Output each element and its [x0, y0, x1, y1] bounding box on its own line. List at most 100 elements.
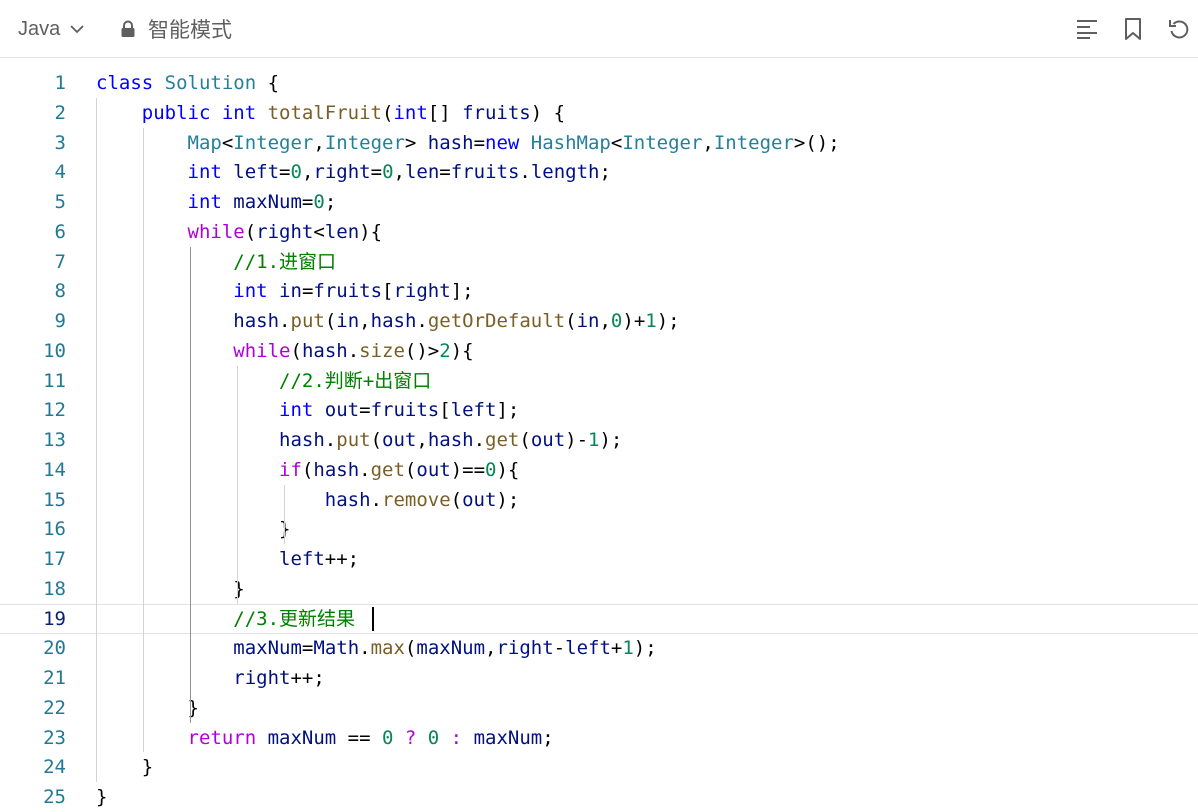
- code-line[interactable]: 25}: [0, 782, 1198, 812]
- code-token: (: [450, 488, 463, 511]
- code-token: out: [416, 458, 451, 481]
- code-line[interactable]: 6 while(right<len){: [0, 217, 1198, 247]
- line-number: 17: [43, 548, 66, 570]
- code-line[interactable]: 12 int out=fruits[left];: [0, 395, 1198, 425]
- line-number: 7: [54, 250, 66, 273]
- code-token: 0: [313, 191, 325, 213]
- code-line[interactable]: 10 while(hash.size()>2){: [0, 336, 1198, 366]
- code-token: maxNum: [233, 191, 302, 213]
- code-line[interactable]: 14 if(hash.get(out)==0){: [0, 455, 1198, 485]
- code-token: 0: [485, 458, 497, 481]
- format-button[interactable]: [1072, 14, 1102, 44]
- code-text: Map<Integer,Integer> hash=new HashMap<In…: [96, 128, 840, 158]
- lock-icon: [121, 20, 135, 37]
- code-line[interactable]: 9 hash.put(in,hash.getOrDefault(in,0)+1)…: [0, 306, 1198, 336]
- code-editor[interactable]: 1 class Solution {2 public int totalFruit…: [0, 58, 1198, 812]
- code-text: }: [96, 693, 199, 723]
- code-token: =: [301, 191, 314, 213]
- code-text: while(right<len){: [96, 217, 383, 247]
- code-line[interactable]: 7 //1.进窗口: [0, 247, 1198, 277]
- language-select[interactable]: Java: [18, 16, 86, 42]
- line-number: 8: [54, 280, 66, 303]
- chevron-down-icon: [70, 25, 84, 34]
- code-token: fruits: [450, 161, 520, 184]
- code-token: length: [530, 161, 600, 184]
- code-line[interactable]: 24 }: [0, 752, 1198, 782]
- code-line[interactable]: 1 class Solution {: [0, 68, 1198, 98]
- code-token: 2: [439, 339, 451, 362]
- code-line[interactable]: 8 int in=fruits[right];: [0, 276, 1198, 306]
- code-token: );: [599, 429, 623, 451]
- line-number: 9: [54, 310, 66, 332]
- code-line[interactable]: 4 int left=0,right=0,len=fruits.length;: [0, 157, 1198, 187]
- code-token: while: [233, 339, 291, 362]
- code-token: ){: [496, 458, 520, 481]
- code-token: .: [359, 458, 371, 481]
- code-token: >();: [793, 131, 840, 154]
- code-line[interactable]: 15 hash.remove(out);: [0, 485, 1198, 515]
- code-token: ,: [301, 161, 314, 184]
- code-token: Solution: [164, 72, 257, 94]
- code-token: maxNum: [416, 637, 486, 660]
- code-line[interactable]: 23 return maxNum == 0 ? 0 : maxNum;: [0, 723, 1198, 753]
- line-number: 11: [43, 369, 66, 392]
- indent-guide: [284, 484, 285, 544]
- code-token: getOrDefault: [427, 310, 566, 332]
- code-line[interactable]: 20 maxNum=Math.max(maxNum,right-left+1);: [0, 633, 1198, 663]
- code-text: }: [96, 574, 244, 604]
- code-token: ];: [496, 399, 520, 422]
- code-token: .: [519, 161, 531, 184]
- line-number: 12: [43, 399, 66, 422]
- code-token: size: [359, 339, 405, 362]
- code-token: <: [610, 131, 623, 154]
- code-token: //2.判断+出窗口: [279, 369, 432, 392]
- code-line[interactable]: 21 right++;: [0, 663, 1198, 693]
- code-token: 0: [382, 726, 405, 749]
- code-line[interactable]: 16 }: [0, 514, 1198, 544]
- code-token: .: [279, 310, 291, 332]
- code-line[interactable]: 17 left++;: [0, 544, 1198, 574]
- code-token: =: [439, 161, 451, 184]
- code-token: )-: [565, 429, 589, 451]
- code-token: .: [324, 429, 337, 451]
- line-number: 15: [43, 488, 66, 511]
- code-line[interactable]: 19 //3.更新结果: [0, 603, 1198, 634]
- code-token: ;: [324, 191, 337, 213]
- code-token: max: [370, 637, 405, 660]
- code-text: //2.判断+出窗口: [96, 366, 431, 396]
- code-token: totalFruit: [267, 101, 382, 124]
- code-token: [: [439, 399, 451, 422]
- code-token: ,: [485, 637, 497, 660]
- mode-indicator[interactable]: 智能模式: [120, 16, 232, 42]
- code-token: 1: [588, 429, 600, 451]
- code-text: return maxNum == 0 ? 0 : maxNum;: [96, 723, 554, 753]
- code-token: //3.更新结果: [233, 607, 356, 630]
- reset-button[interactable]: [1164, 14, 1194, 44]
- code-line[interactable]: 22 }: [0, 693, 1198, 723]
- code-token: public: [141, 101, 222, 124]
- line-number: 10: [43, 339, 66, 362]
- bookmark-button[interactable]: [1118, 14, 1148, 44]
- code-line[interactable]: 13 hash.put(out,hash.get(out)-1);: [0, 425, 1198, 455]
- code-token: ){: [450, 339, 474, 362]
- code-token: ,: [599, 310, 611, 332]
- code-line[interactable]: 2 public int totalFruit(int[] fruits) {: [0, 98, 1198, 128]
- code-token: in: [279, 280, 302, 303]
- code-line[interactable]: 3 Map<Integer,Integer> hash=new HashMap<…: [0, 128, 1198, 158]
- code-token: Math: [313, 637, 360, 660]
- code-line[interactable]: 5 int maxNum=0;: [0, 187, 1198, 217]
- code-line[interactable]: 11 //2.判断+出窗口: [0, 366, 1198, 396]
- code-token: .: [347, 339, 360, 362]
- code-token: ++;: [290, 667, 325, 689]
- line-number: 4: [54, 161, 66, 184]
- code-token: <: [221, 131, 234, 154]
- line-number: 22: [43, 696, 66, 719]
- code-token: ];: [450, 280, 474, 303]
- code-line[interactable]: 18 }: [0, 574, 1198, 604]
